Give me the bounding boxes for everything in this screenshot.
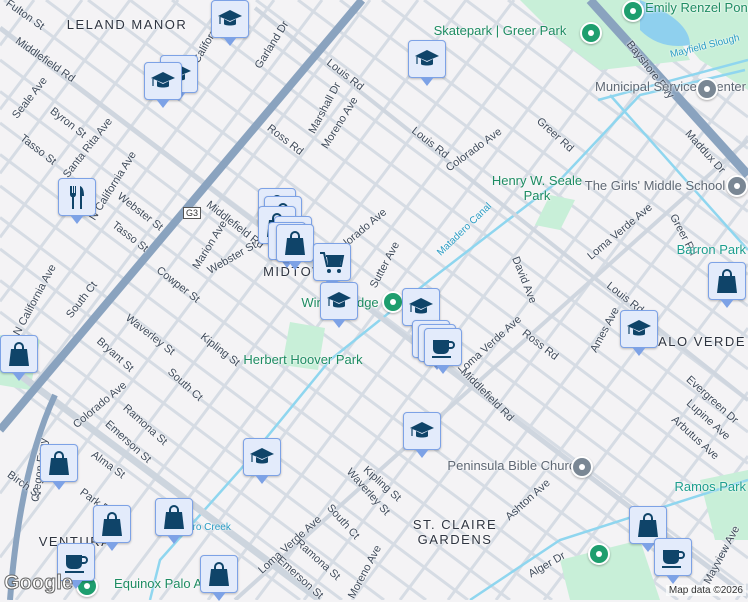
school-marker[interactable] (403, 412, 441, 458)
place-label[interactable]: Emily Renzel Pond (645, 1, 748, 14)
place-label[interactable]: Barron Park (677, 243, 746, 256)
place-label[interactable]: Skatepark | Greer Park (434, 24, 567, 37)
school-icon (413, 45, 441, 73)
place-label[interactable]: Ramos Park (674, 480, 746, 493)
place-label[interactable]: Municipal Services Center (595, 80, 746, 93)
shopping-icon (160, 503, 188, 531)
area-label: LELAND MANOR (66, 17, 188, 32)
school-icon (325, 287, 353, 315)
school-icon (625, 315, 653, 343)
school-icon (407, 293, 435, 321)
school-icon (408, 417, 436, 445)
school-icon (149, 67, 177, 95)
shopping-cart-marker[interactable] (313, 243, 351, 289)
school-marker[interactable] (211, 0, 249, 46)
shopping-marker[interactable] (276, 224, 314, 270)
shopping-marker[interactable] (708, 262, 746, 308)
coffee-icon (429, 333, 457, 361)
area-label: PALO VERDE (648, 334, 746, 349)
school-marker[interactable] (408, 40, 446, 86)
shopping-icon (281, 229, 309, 257)
school-marker[interactable] (620, 310, 658, 356)
shopping-marker[interactable] (155, 498, 193, 544)
shopping-icon (98, 510, 126, 538)
school-icon (248, 443, 276, 471)
shopping-icon (713, 267, 741, 295)
coffee-icon (659, 543, 687, 571)
shopping-marker[interactable] (93, 505, 131, 551)
coffee-marker[interactable] (654, 538, 692, 584)
school-marker[interactable] (144, 62, 182, 108)
area-label: ST. CLAIRE GARDENS (412, 517, 498, 547)
school-icon (216, 5, 244, 33)
park-pin-icon[interactable] (622, 0, 644, 22)
shopping-cart-icon (318, 248, 346, 276)
shopping-icon (205, 560, 233, 588)
school-poi-icon[interactable] (726, 175, 748, 197)
google-logo[interactable]: Google (4, 572, 74, 595)
restaurant-icon (63, 183, 91, 211)
restaurant-marker[interactable] (58, 178, 96, 224)
shopping-icon (45, 449, 73, 477)
place-label[interactable]: Peninsula Bible Church (447, 459, 582, 472)
shopping-marker[interactable] (0, 335, 38, 381)
place-label[interactable]: Herbert Hoover Park (243, 353, 362, 366)
school-marker[interactable] (243, 438, 281, 484)
place-label[interactable]: Henry W. Seale Park (482, 173, 592, 203)
park-pin-icon[interactable] (580, 22, 602, 44)
church-icon[interactable] (571, 456, 593, 478)
school-marker[interactable] (320, 282, 358, 328)
shopping-icon (5, 340, 33, 368)
shopping-marker[interactable] (200, 555, 238, 601)
shopping-icon (634, 511, 662, 539)
park-pin-icon[interactable] (382, 291, 404, 313)
coffee-marker[interactable] (424, 328, 462, 374)
map-attribution[interactable]: Map data ©2026 (665, 585, 746, 596)
highway-shield-g3: G3 (183, 207, 202, 219)
shopping-marker[interactable] (40, 444, 78, 490)
place-label[interactable]: The Girls' Middle School (585, 179, 725, 192)
government-icon[interactable] (696, 78, 718, 100)
tree-icon[interactable] (588, 543, 610, 565)
